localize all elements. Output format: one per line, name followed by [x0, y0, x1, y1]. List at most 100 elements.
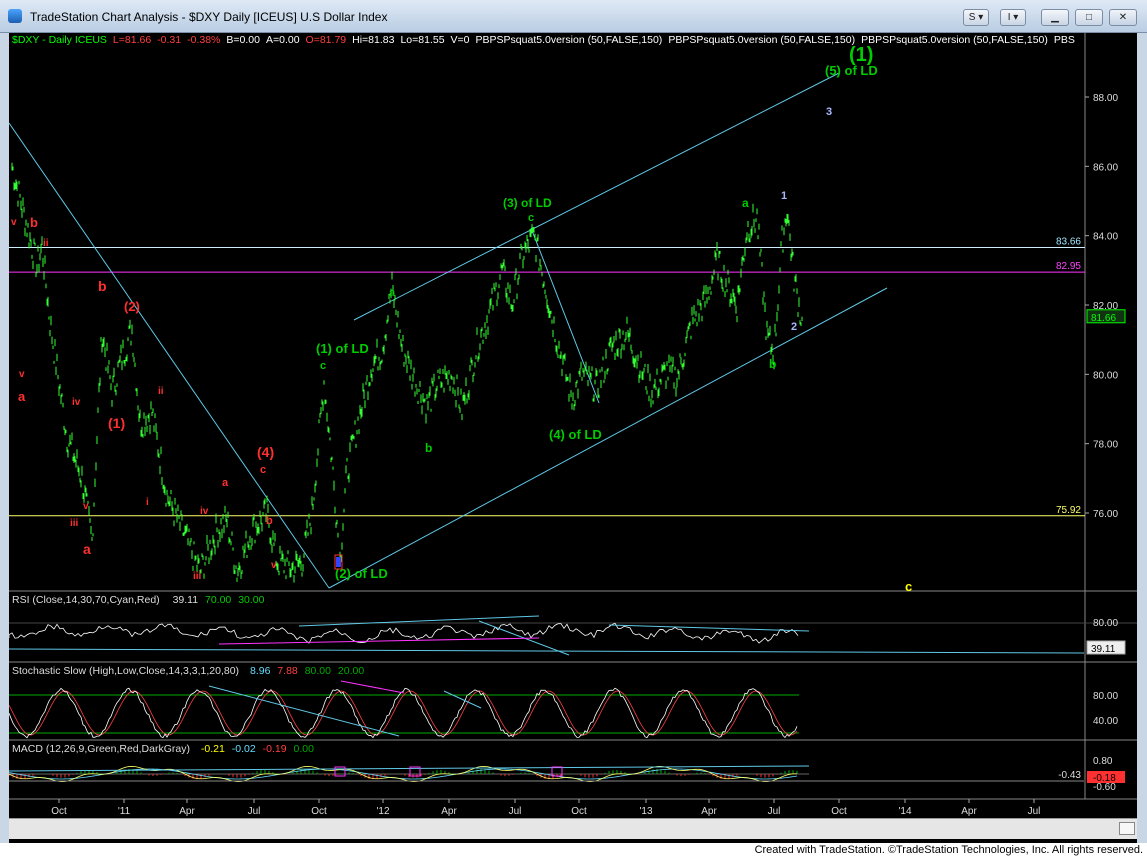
rsi-trendline	[9, 648, 1085, 654]
rsi-trendline	[608, 624, 810, 632]
wave-label: c	[260, 464, 266, 476]
rsi-y-tick: 80.00	[1093, 618, 1118, 629]
stoch-y-tick: 80.00	[1093, 691, 1118, 702]
y-tick-label: 86.00	[1093, 162, 1118, 173]
wave-label: v	[271, 560, 277, 571]
window-frame-right	[1137, 33, 1147, 843]
macd-header: MACD (12,26,9,Green,Red,DarkGray) -0.21 …	[12, 743, 314, 755]
x-tick-label: '11	[118, 806, 131, 817]
wave-label: iii	[70, 518, 79, 529]
wave-label: c	[320, 360, 326, 372]
wave-label: 1	[781, 190, 787, 202]
footer-credit: Created with TradeStation. ©TradeStation…	[754, 844, 1143, 856]
x-tick-label: Apr	[701, 806, 717, 817]
macd-y-tick: 0.80	[1093, 756, 1113, 767]
rsi-label: RSI (Close,14,30,70,Cyan,Red)	[12, 594, 160, 606]
x-tick-label: '14	[898, 806, 911, 817]
wave-label: a	[222, 477, 229, 489]
y-tick-label: 76.00	[1093, 509, 1118, 520]
last-price-tag: 81.66	[1091, 313, 1116, 324]
chart-canvas[interactable]: 88.0086.0084.0082.0080.0078.0076.0083.66…	[9, 33, 1137, 818]
stoch-header: Stochastic Slow (High,Low,Close,14,3,3,1…	[12, 665, 364, 677]
x-tick-label: Oct	[831, 806, 847, 817]
chart-area[interactable]: 88.00 86.00 84.00 82.00 80.00 78.00 76.00 83.66…	[9, 33, 1137, 843]
minimize-button[interactable]: ▁	[1041, 9, 1069, 26]
stoch-divergence-line	[340, 680, 405, 694]
wave-label: 2	[791, 321, 797, 333]
wave-label: (1)	[108, 415, 125, 431]
wave-label: ii	[43, 238, 49, 249]
window-title: TradeStation Chart Analysis - $DXY Daily…	[30, 10, 388, 24]
i-menu-label: I	[1007, 12, 1011, 23]
price-header-item: -0.38%	[187, 34, 221, 46]
stoch-trendline	[208, 685, 400, 737]
wave-label: b	[98, 278, 107, 294]
macd-value: -0.21	[200, 743, 225, 755]
price-level-tag: 75.92	[1056, 505, 1081, 516]
x-tick-label: Oct	[51, 806, 67, 817]
channel-lower-line	[328, 287, 888, 589]
x-tick-label: '12	[376, 806, 389, 817]
rsi-header: RSI (Close,14,30,70,Cyan,Red) 39.11 70.0…	[12, 594, 264, 606]
wave-label: v	[19, 369, 25, 380]
wave-label: iv	[200, 506, 209, 517]
wave-label: c	[528, 212, 534, 224]
maximize-button[interactable]: □	[1075, 9, 1103, 26]
wave-label: iv	[72, 397, 81, 408]
price-header-item: PBPSPsquat5.0version (50,FALSE,150)	[668, 34, 856, 46]
wave-label: a	[83, 541, 91, 557]
y-tick-label: 84.00	[1093, 232, 1118, 243]
stoch-os-level: 20.00	[337, 665, 365, 677]
macd-value-tag: -0.18	[1093, 773, 1116, 784]
rsi-divergence-line	[218, 637, 540, 645]
s-menu-button[interactable]: S ▾	[963, 9, 989, 26]
y-tick-label: 80.00	[1093, 370, 1118, 381]
close-button[interactable]: ✕	[1109, 9, 1137, 26]
rsi-os-level: 30.00	[238, 594, 265, 606]
x-tick-label: Oct	[311, 806, 327, 817]
price-header-item: B=0.00	[226, 34, 260, 46]
price-header-item: PBS	[1053, 34, 1075, 46]
price-level-tag: 83.66	[1056, 236, 1081, 247]
channel-upper-line	[353, 72, 840, 321]
stoch-label: Stochastic Slow (High,Low,Close,14,3,3,1…	[12, 665, 240, 677]
x-tick-label: Oct	[571, 806, 587, 817]
wave-label: v	[83, 501, 89, 512]
wave-label: b	[769, 357, 776, 371]
price-header-item: PBPSPsquat5.0version (50,FALSE,150)	[861, 34, 1048, 46]
wave-label: v	[11, 217, 17, 228]
price-header-item: PBPSPsquat5.0version (50,FALSE,150)	[475, 34, 663, 46]
price-bars	[11, 162, 803, 583]
wave-label: i	[146, 497, 149, 508]
i-menu-button[interactable]: I ▾	[1000, 9, 1026, 26]
window-frame-left	[0, 33, 9, 843]
wave-label: a	[18, 389, 26, 404]
macd-hist-value: -0.19	[262, 743, 287, 755]
x-tick-label: Jul	[768, 806, 781, 817]
x-tick-label: Apr	[441, 806, 457, 817]
rsi-value: 39.11	[172, 594, 199, 606]
price-header: $DXY - Daily ICEUS L=81.66 -0.31 -0.38% B=0.…	[12, 34, 1081, 46]
rsi-value-tag: 39.11	[1091, 644, 1116, 655]
scrollbar-thumb[interactable]	[1119, 822, 1135, 835]
x-tick-label: '13	[639, 806, 652, 817]
x-tick-label: Jul	[509, 806, 522, 817]
price-header-item: L=81.66	[112, 34, 152, 46]
wave-label: (2)	[124, 299, 140, 314]
stoch-d-line	[9, 690, 798, 736]
stoch-ob-level: 80.00	[304, 665, 331, 677]
x-tick-label: Jul	[248, 806, 261, 817]
price-header-item: A=0.00	[265, 34, 300, 46]
wave-label: b	[30, 215, 38, 230]
wave-label: 3	[826, 106, 832, 118]
y-tick-label: 88.00	[1093, 93, 1118, 104]
wave-label: (4)	[257, 444, 274, 460]
macd-label: MACD (12,26,9,Green,Red,DarkGray)	[12, 743, 190, 755]
chart-scrollbar[interactable]	[9, 818, 1137, 839]
wave-label: iii	[193, 571, 202, 582]
price-header-item: -0.31	[157, 34, 182, 46]
wave-label: b	[266, 515, 273, 527]
stoch-d-value: 7.88	[277, 665, 298, 677]
price-header-item: Hi=81.83	[352, 34, 395, 46]
wave-label: c	[905, 579, 912, 594]
